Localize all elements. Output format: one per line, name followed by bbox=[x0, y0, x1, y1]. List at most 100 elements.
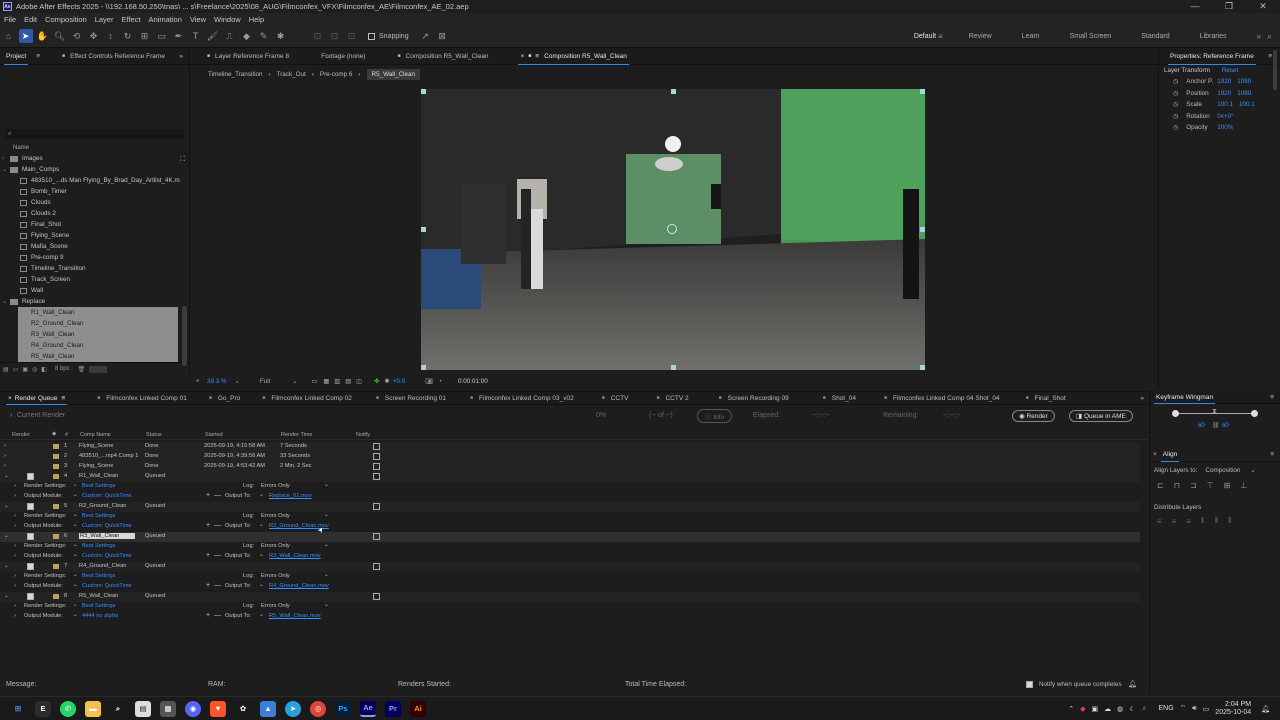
tab-timeline[interactable]: ■ Screen Recording 01 bbox=[370, 392, 452, 405]
tab-timeline[interactable]: ■ Shot_04 bbox=[817, 392, 862, 405]
transparency-grid-icon[interactable]: ▦ bbox=[323, 378, 329, 385]
transform-handle-br[interactable] bbox=[920, 365, 925, 370]
tab-timeline[interactable]: ■ Final_Shot bbox=[1020, 392, 1072, 405]
distribute-top-icon[interactable]: ≡ bbox=[1157, 517, 1162, 526]
label-color-swatch[interactable] bbox=[53, 464, 59, 469]
align-left-icon[interactable]: ⊏ bbox=[1157, 481, 1164, 490]
clock-time[interactable]: 2:04 PM bbox=[1225, 701, 1251, 709]
tabs-overflow-icon[interactable]: » bbox=[1140, 395, 1144, 402]
breadcrumb-track-out[interactable]: Track_Out bbox=[277, 71, 306, 78]
overflow-icon[interactable]: » bbox=[1257, 32, 1261, 41]
chevron-down-icon[interactable]: ⌄ bbox=[1250, 467, 1255, 474]
windows-start-icon[interactable]: ⊞ bbox=[10, 701, 26, 717]
workspace-menu-icon[interactable]: ≡ bbox=[938, 32, 943, 41]
transform-handle-l[interactable] bbox=[421, 227, 426, 232]
chevron-down-icon[interactable]: ⌄ bbox=[259, 492, 264, 498]
render-settings-value[interactable]: Best Settings bbox=[82, 573, 116, 579]
zoom-level[interactable]: 39.3 % bbox=[207, 378, 227, 385]
snap-options-icon[interactable]: ↗ bbox=[418, 29, 432, 43]
stopwatch-icon[interactable]: ◷ bbox=[1173, 124, 1178, 131]
panel-overflow-icon[interactable]: » bbox=[179, 53, 183, 60]
label-col-icon[interactable]: ◆ bbox=[52, 431, 56, 437]
stopwatch-icon[interactable]: ◷ bbox=[1173, 101, 1178, 108]
effect-controls-lock-icon[interactable]: ■ bbox=[62, 53, 65, 59]
project-comp-item[interactable]: Final_Shot bbox=[0, 219, 189, 230]
photoshop-icon[interactable]: Ps bbox=[335, 700, 351, 717]
render-settings-value[interactable]: Best Settings bbox=[82, 543, 116, 549]
menu-file[interactable]: File bbox=[4, 15, 16, 24]
show-snapshot-icon[interactable]: ◔ bbox=[438, 378, 442, 385]
menu-edit[interactable]: Edit bbox=[24, 15, 37, 24]
orbit-camera-icon[interactable]: ⟲ bbox=[70, 29, 84, 43]
chevron-down-icon[interactable]: ⌄ bbox=[73, 482, 78, 488]
notifications-icon[interactable]: 🔔︎ bbox=[1261, 705, 1270, 713]
search-app-icon[interactable]: ⌕ bbox=[110, 701, 126, 717]
premiere-icon[interactable]: Pr bbox=[385, 700, 401, 717]
props-scrollbar[interactable] bbox=[1273, 50, 1277, 90]
menu-effect[interactable]: Effect bbox=[121, 15, 140, 24]
col-status[interactable]: Status bbox=[146, 432, 162, 438]
tab-keyframe-wingman[interactable]: Keyframe Wingman bbox=[1150, 391, 1219, 404]
axis-local-icon[interactable]: ⊡ bbox=[311, 29, 325, 43]
chevron-down-icon[interactable]: ⌄ bbox=[4, 503, 9, 509]
breadcrumb-r5-wall-clean[interactable]: R5_Wall_Clean bbox=[366, 69, 421, 80]
project-search-input[interactable]: ⌕ bbox=[5, 129, 184, 139]
output-file-link[interactable]: R3_Wall_Clean.mov bbox=[269, 553, 321, 559]
breadcrumb-precomp-6[interactable]: Pre-comp 6 bbox=[320, 71, 353, 78]
notify-checkbox[interactable] bbox=[373, 453, 380, 460]
tab-comp-viewer-1[interactable]: ■ Composition R5_Wall_Clean bbox=[392, 48, 495, 65]
chevron-right-icon[interactable]: › bbox=[14, 543, 16, 549]
project-comp-item[interactable]: Clouds bbox=[0, 197, 189, 208]
notify-checkbox[interactable] bbox=[373, 463, 380, 470]
reset-link[interactable]: Reset bbox=[1222, 67, 1238, 74]
project-comp-item[interactable]: Wall bbox=[0, 285, 189, 296]
tab-timeline[interactable]: ■ Screen Recording 09 bbox=[713, 392, 795, 405]
anchor-point-icon[interactable] bbox=[667, 224, 677, 234]
tab-timeline[interactable]: ■ CCTV 2 bbox=[650, 392, 694, 405]
tab-project[interactable]: Project bbox=[0, 48, 32, 65]
selection-tool-icon[interactable]: ➤ bbox=[18, 29, 33, 43]
property-value-2[interactable]: 1080 bbox=[1237, 78, 1251, 85]
align-right-icon[interactable]: ⊐ bbox=[1190, 481, 1197, 490]
channel-icon[interactable]: ◫ bbox=[356, 378, 362, 385]
chevron-right-icon[interactable]: › bbox=[14, 573, 16, 579]
workspace-default[interactable]: Default bbox=[914, 33, 936, 40]
remove-output-icon[interactable]: — bbox=[214, 492, 221, 499]
type-tool-icon[interactable]: T bbox=[189, 29, 203, 43]
col-num[interactable]: # bbox=[65, 432, 68, 438]
chevron-down-icon[interactable]: ⌄ bbox=[73, 612, 78, 618]
label-color-swatch[interactable] bbox=[53, 564, 59, 569]
tab-render-queue[interactable]: × Render Queue ≡ bbox=[2, 392, 71, 405]
transform-handle-tl[interactable] bbox=[421, 89, 426, 94]
tab-timeline[interactable]: ■ Filmconfex Linked Comp 02 bbox=[256, 392, 358, 405]
property-value-1[interactable]: 1920 bbox=[1217, 78, 1231, 85]
transform-handle-tr[interactable] bbox=[920, 89, 925, 94]
project-comp-item[interactable]: Track_Screen bbox=[0, 274, 189, 285]
chevron-down-icon[interactable]: ⌄ bbox=[73, 572, 78, 578]
label-color-swatch[interactable] bbox=[53, 454, 59, 459]
project-comp-item[interactable]: R1_Wall_Clean bbox=[18, 307, 178, 318]
render-checkbox[interactable] bbox=[27, 563, 34, 570]
reset-exposure-icon[interactable]: ✺ bbox=[384, 378, 389, 385]
whatsapp-icon[interactable]: ✆ bbox=[60, 700, 76, 717]
project-comp-item[interactable]: Pre-comp 9 bbox=[0, 252, 189, 263]
chevron-right-icon[interactable]: › bbox=[14, 583, 16, 589]
tab-timeline[interactable]: ■ Filmconfex Linked Comp 04 Shot_04 bbox=[878, 392, 1006, 405]
chevron-down-icon[interactable]: ⌄ bbox=[324, 572, 329, 578]
bit-depth-icon[interactable]: ◧ bbox=[41, 366, 47, 373]
project-comp-item[interactable]: Clouds 2 bbox=[0, 208, 189, 219]
illustrator-icon[interactable]: Ai bbox=[410, 700, 426, 717]
snapshot-icon[interactable]: 📷︎ bbox=[425, 377, 433, 385]
project-folder[interactable]: ⌄ Main_Comps bbox=[0, 164, 189, 175]
breadcrumb-timeline-transition[interactable]: Timeline_Transition bbox=[208, 71, 262, 78]
transform-handle-t[interactable] bbox=[671, 89, 676, 94]
transform-handle-r[interactable] bbox=[920, 227, 925, 232]
chevron-right-icon[interactable]: › bbox=[14, 513, 16, 519]
output-module-value[interactable]: Custom: QuickTime bbox=[82, 493, 132, 499]
render-queue-item[interactable]: ⌄ 5 R2_Ground_Clean Queued bbox=[0, 502, 1140, 512]
add-output-icon[interactable]: + bbox=[206, 582, 210, 589]
col-comp-name[interactable]: Comp Name bbox=[80, 432, 111, 438]
after-effects-icon[interactable]: Ae bbox=[360, 700, 376, 717]
ease-out-value[interactable]: 60 bbox=[1222, 423, 1229, 429]
workspace-standard[interactable]: Standard bbox=[1141, 33, 1169, 40]
